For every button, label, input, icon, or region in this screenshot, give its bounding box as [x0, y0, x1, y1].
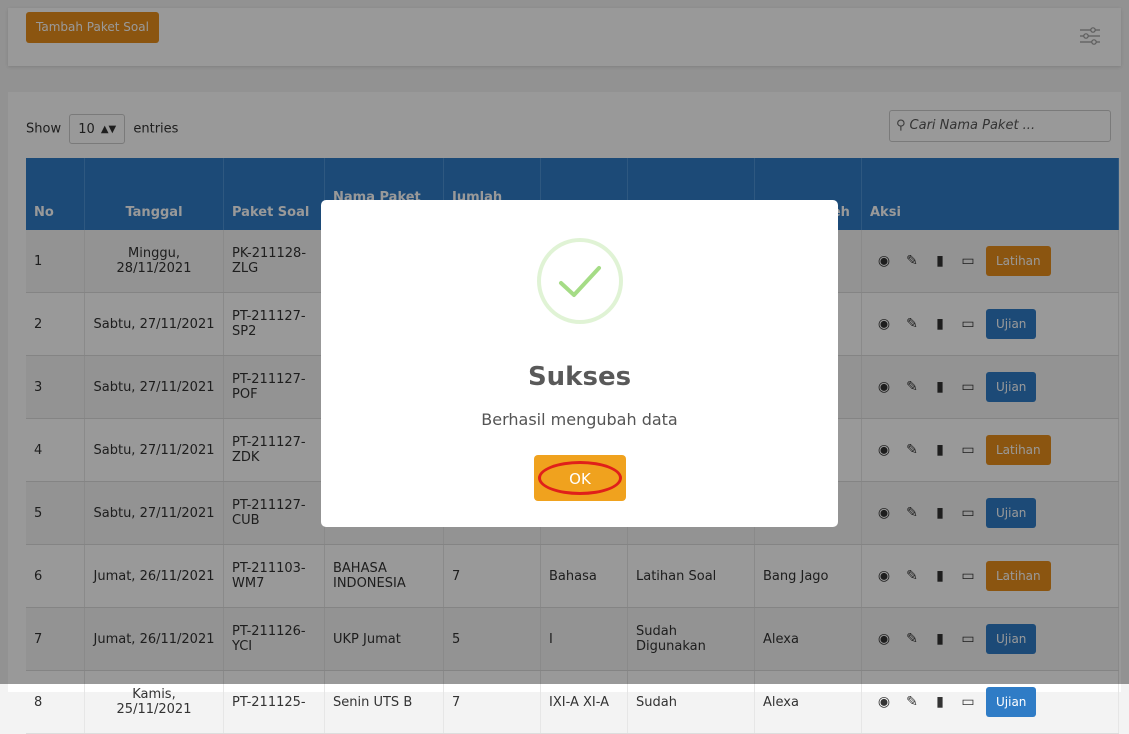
dialog-message: Berhasil mengubah data: [481, 410, 678, 429]
edit-icon[interactable]: ✎: [904, 694, 920, 710]
ok-button[interactable]: OK: [534, 455, 626, 501]
trash-icon[interactable]: ▮: [932, 694, 948, 710]
success-dialog: Sukses Berhasil mengubah data OK: [321, 200, 838, 527]
ujian-button[interactable]: Ujian: [986, 687, 1037, 717]
highlight-ring: [538, 461, 622, 495]
monitor-icon[interactable]: ▭: [960, 694, 976, 710]
success-check-icon: [537, 238, 623, 324]
eye-icon[interactable]: ◉: [876, 694, 892, 710]
dialog-title: Sukses: [527, 362, 632, 392]
